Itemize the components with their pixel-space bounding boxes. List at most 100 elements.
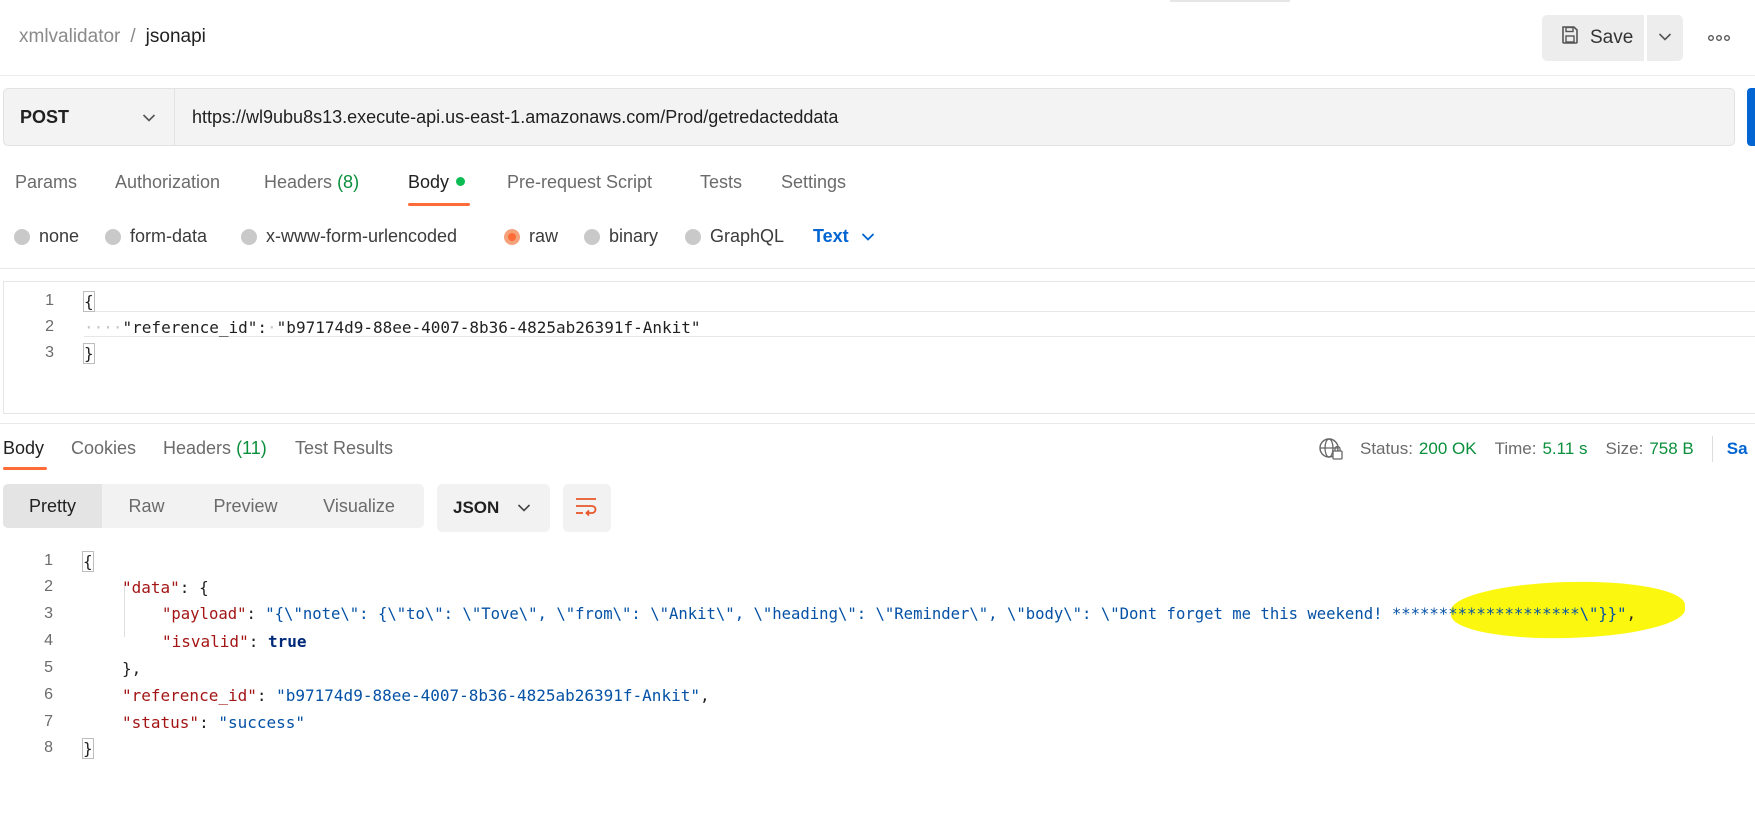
save-disk-icon — [1560, 25, 1580, 51]
breadcrumb-request-name[interactable]: jsonapi — [146, 26, 206, 47]
radio-circle — [105, 228, 121, 245]
tab-body[interactable]: Body — [408, 172, 466, 193]
request-body-editor[interactable]: 1 2 3 { ···· "reference_id": · "b97174d9-88… — [3, 281, 1755, 414]
status-value[interactable]: 200 OK — [1419, 439, 1477, 459]
wrap-lines-button[interactable] — [563, 484, 611, 532]
tab-tests[interactable]: Tests — [700, 172, 742, 193]
json-boolean-value: true — [267, 631, 307, 651]
wrap-lines-icon — [574, 495, 600, 522]
radio-raw-label: raw — [529, 226, 559, 246]
code-line: }, — [122, 655, 141, 681]
json-colon: : — [257, 317, 268, 337]
response-status-bar: Status: 200 OK Time: 5.11 s Size: 758 B … — [1318, 436, 1748, 462]
view-mode-visualize[interactable]: Visualize — [300, 484, 418, 528]
radio-binary[interactable]: binary — [584, 226, 658, 247]
save-response-button[interactable]: Sa — [1727, 439, 1748, 459]
json-key: "data" — [122, 577, 180, 597]
line-number: 3 — [44, 605, 53, 622]
code-line: "data": { — [122, 574, 209, 600]
http-method-select[interactable]: POST — [3, 88, 175, 146]
chevron-down-icon — [1658, 29, 1672, 47]
line-number: 7 — [44, 713, 53, 730]
request-url-input[interactable]: https://wl9ubu8s13.execute-api.us-east-1… — [175, 88, 1735, 146]
radio-urlencoded-label: x-www-form-urlencoded — [266, 226, 458, 246]
line-number: 1 — [44, 552, 53, 569]
json-colon: : — [248, 631, 268, 651]
raw-format-select[interactable]: Text — [813, 226, 875, 247]
json-comma: , — [699, 685, 710, 705]
chevron-down-icon — [861, 226, 875, 247]
active-response-tab-indicator — [3, 467, 47, 470]
section-divider — [0, 268, 1755, 269]
json-colon: : — [246, 605, 266, 623]
line-number: 5 — [44, 659, 53, 676]
size-value[interactable]: 758 B — [1649, 439, 1693, 459]
radio-binary-label: binary — [609, 226, 659, 246]
whitespace-dots: ···· — [84, 317, 123, 337]
send-button[interactable] — [1747, 88, 1755, 146]
line-number: 4 — [44, 632, 53, 649]
radio-none[interactable]: none — [14, 226, 79, 247]
radio-x-www-form-urlencoded[interactable]: x-www-form-urlencoded — [241, 226, 457, 247]
code-line: { — [82, 548, 94, 574]
body-modified-dot — [456, 177, 466, 186]
close-brace: } — [82, 737, 94, 759]
breadcrumb-separator: / — [130, 26, 136, 47]
response-format-select[interactable]: JSON — [437, 484, 550, 532]
code-line: "isvalid": true — [162, 628, 307, 654]
header-divider — [0, 75, 1755, 76]
json-key: "reference_id" — [122, 317, 258, 337]
view-mode-preview[interactable]: Preview — [191, 484, 300, 528]
breadcrumb-collection[interactable]: xmlvalidator — [19, 26, 120, 47]
status-label: Status: — [1360, 439, 1413, 458]
response-tab-test-results[interactable]: Test Results — [295, 438, 393, 459]
json-key: "payload" — [162, 605, 247, 623]
response-tab-headers[interactable]: Headers (11) — [163, 438, 267, 459]
line-number: 8 — [44, 739, 53, 756]
radio-circle — [241, 228, 257, 245]
save-button-label: Save — [1590, 27, 1634, 48]
view-mode-raw[interactable]: Raw — [102, 484, 191, 528]
save-button[interactable]: Save — [1542, 15, 1644, 61]
radio-graphql[interactable]: GraphQL — [685, 226, 784, 247]
tab-params[interactable]: Params — [15, 172, 77, 193]
line-number: 2 — [45, 318, 54, 335]
json-value: "b97174d9-88ee-4007-8b36-4825ab26391f-An… — [276, 317, 701, 337]
time-label: Time: — [1494, 439, 1537, 458]
tab-settings[interactable]: Settings — [781, 172, 846, 193]
code-line: { — [83, 288, 95, 314]
tab-pre-request-script[interactable]: Pre-request Script — [507, 172, 652, 193]
line-number: 1 — [45, 292, 54, 309]
view-mode-pretty[interactable]: Pretty — [3, 484, 102, 528]
close-brace: } — [83, 342, 95, 364]
json-key: "status" — [122, 712, 200, 732]
json-string-value: "b97174d9-88ee-4007-8b36-4825ab26391f-An… — [276, 685, 700, 705]
tab-authorization[interactable]: Authorization — [115, 172, 220, 193]
code-line: } — [83, 340, 95, 366]
radio-graphql-label: GraphQL — [710, 226, 785, 246]
radio-raw[interactable]: raw — [504, 226, 558, 247]
response-tab-body[interactable]: Body — [3, 438, 44, 459]
chevron-down-icon — [517, 498, 531, 518]
globe-network-icon[interactable] — [1318, 436, 1344, 462]
radio-form-data[interactable]: form-data — [105, 226, 207, 247]
code-line: "payload": "{\"note\": {\"to\": \"Tove\"… — [162, 601, 1636, 627]
response-view-mode-toggle: Pretty Raw Preview Visualize — [3, 484, 424, 528]
code-line: "status": "success" — [122, 709, 305, 735]
json-punct: : { — [179, 577, 209, 597]
raw-format-value: Text — [813, 226, 849, 246]
line-number: 2 — [44, 578, 53, 595]
code-line: ···· "reference_id": · "b97174d9-88ee-4007-… — [84, 314, 701, 340]
json-punct: }, — [122, 658, 142, 678]
time-value[interactable]: 5.11 s — [1542, 439, 1587, 459]
more-actions-button[interactable] — [1704, 24, 1734, 52]
response-format-value: JSON — [453, 498, 500, 517]
json-comma: , — [1626, 605, 1636, 623]
save-options-dropdown[interactable] — [1647, 15, 1683, 61]
section-divider — [0, 423, 1755, 424]
response-tab-cookies[interactable]: Cookies — [71, 438, 136, 459]
response-tab-headers-count: (11) — [236, 438, 267, 458]
code-line: "reference_id": "b97174d9-88ee-4007-8b36… — [122, 682, 710, 708]
request-url-text: https://wl9ubu8s13.execute-api.us-east-1… — [192, 106, 839, 127]
tab-headers[interactable]: Headers (8) — [264, 172, 359, 193]
